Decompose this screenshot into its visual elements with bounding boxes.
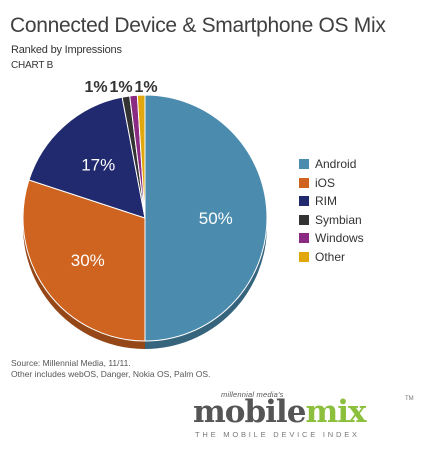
- legend-label: Symbian: [315, 212, 362, 227]
- legend-swatch: [299, 251, 309, 262]
- footnote-other: Other includes webOS, Danger, Nokia OS, …: [11, 369, 211, 379]
- logo-wordmark: mobilemix: [193, 394, 367, 430]
- legend-swatch: [299, 233, 309, 243]
- pie-chart: 50%30%17%1% 1% 1%: [22, 79, 268, 349]
- logo-tm: TM: [405, 396, 414, 402]
- pie-value-label-ios: 30%: [71, 251, 105, 270]
- legend-label: Windows: [315, 231, 364, 245]
- legend-label: Android: [315, 157, 357, 171]
- legend-item-symbian: Symbian: [299, 213, 364, 227]
- legend-item-other: Other: [299, 250, 364, 264]
- pie-value-label-rim: 17%: [81, 155, 115, 174]
- legend-item-rim: RIM: [299, 194, 364, 208]
- footnote: Source: Millennial Media, 11/11. Other i…: [11, 358, 210, 380]
- legend-label: Other: [315, 249, 346, 264]
- pie-value-label-android: 50%: [199, 209, 233, 228]
- legend: Android iOS RIM Symbian Windows Other: [299, 157, 364, 268]
- footnote-source: Source: Millennial Media, 11/11.: [11, 358, 131, 368]
- logo-mobile-text: mobile: [193, 394, 306, 430]
- legend-swatch: [299, 196, 309, 206]
- logo-tagline: THE MOBILE DEVICE INDEX: [195, 430, 360, 439]
- legend-label: RIM: [315, 194, 337, 208]
- legend-label: iOS: [315, 175, 336, 190]
- pie-small-value-label: 1%: [109, 79, 132, 96]
- legend-swatch: [299, 159, 309, 169]
- logo-mix-text: mix: [305, 394, 366, 430]
- legend-swatch: [299, 214, 309, 225]
- pie-small-value-label: 1%: [134, 79, 157, 96]
- legend-swatch: [299, 177, 309, 188]
- pie-small-value-label: 1%: [84, 79, 107, 96]
- legend-item-ios: iOS: [299, 176, 364, 190]
- legend-item-android: Android: [299, 157, 364, 171]
- legend-item-windows: Windows: [299, 231, 364, 245]
